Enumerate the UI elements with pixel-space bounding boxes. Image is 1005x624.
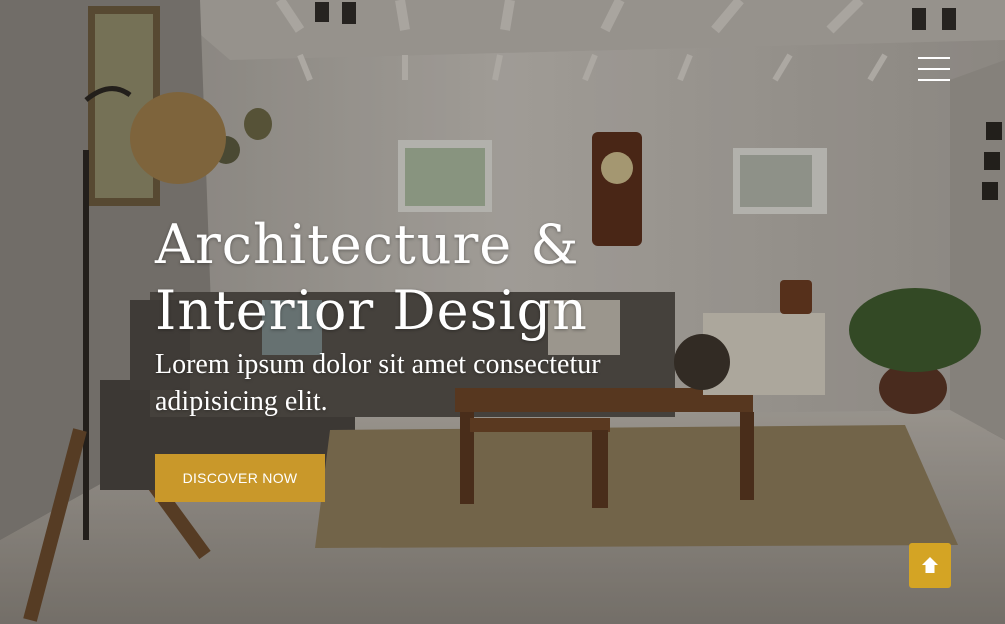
menu-bar-middle [918, 68, 950, 70]
menu-bar-bottom [918, 79, 950, 81]
arrow-up-icon [922, 557, 938, 573]
hero-title-line-2: Interior Design [155, 279, 588, 342]
hero-subtitle: Lorem ipsum dolor sit amet consectetur a… [155, 349, 601, 417]
hamburger-menu-icon[interactable] [914, 54, 954, 84]
discover-now-button[interactable]: DISCOVER NOW [155, 454, 325, 502]
menu-bar-top [918, 57, 950, 59]
hero-title: Architecture & Interior Design [155, 212, 715, 344]
hero-content: Architecture & Interior Design Lorem ips… [155, 212, 715, 420]
hero-title-line-1: Architecture & [155, 213, 580, 276]
back-to-top-button[interactable] [909, 543, 951, 588]
hero-section: Architecture & Interior Design Lorem ips… [0, 0, 1005, 624]
